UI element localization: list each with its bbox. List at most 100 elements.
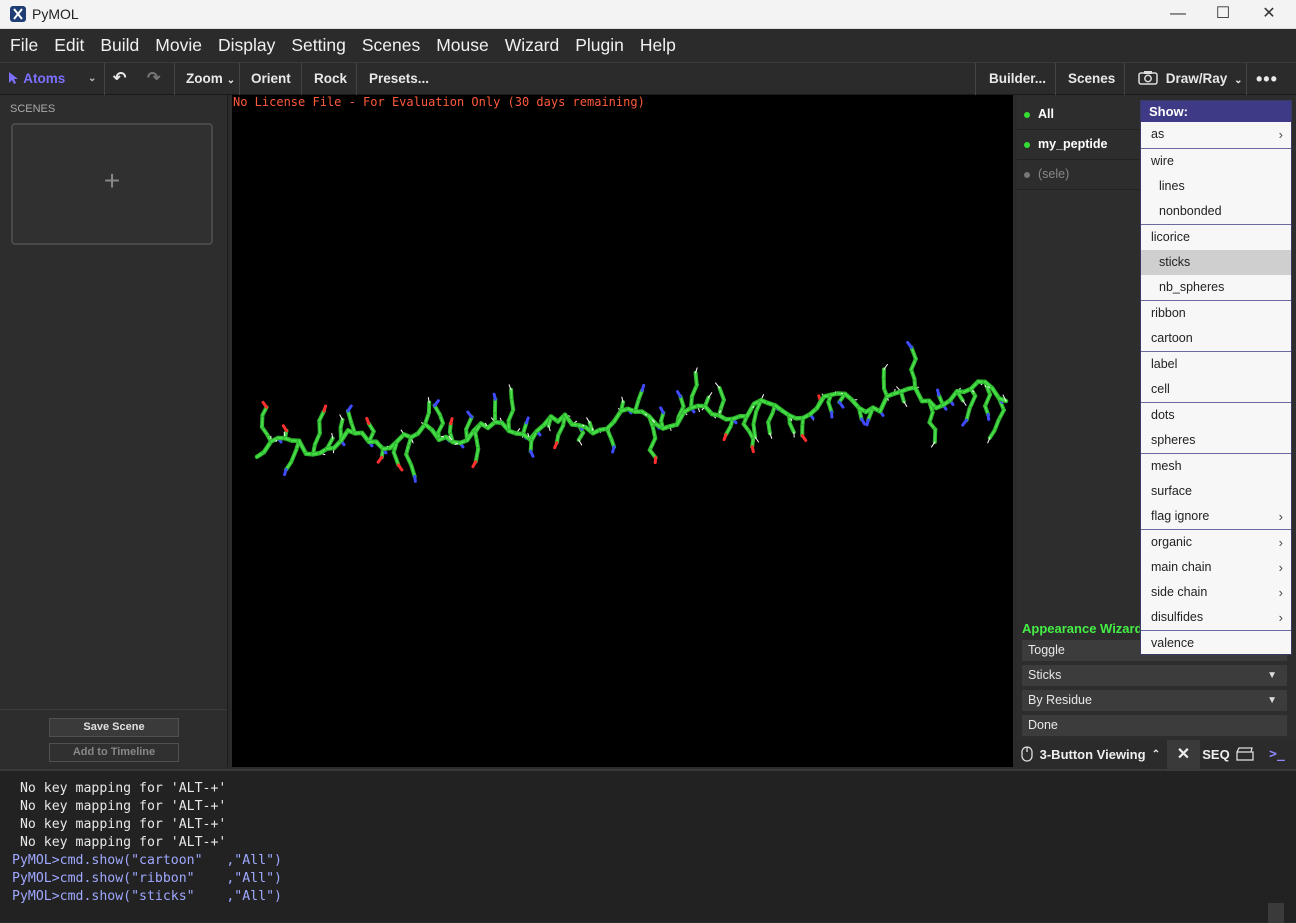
chevron-right-icon: › — [1279, 530, 1283, 555]
visibility-dot-icon — [1024, 172, 1030, 178]
atoms-label: Atoms — [23, 71, 65, 86]
chevron-down-icon[interactable]: ⌄ — [88, 63, 96, 95]
menu-item-spheres[interactable]: spheres — [1141, 428, 1291, 453]
menu-item-ribbon[interactable]: ribbon — [1141, 301, 1291, 326]
minimize-button[interactable]: — — [1155, 2, 1201, 26]
menu-file[interactable]: File — [10, 35, 38, 56]
chevron-right-icon: › — [1279, 605, 1283, 630]
object-row-sele[interactable]: (sele) — [1017, 160, 1140, 190]
plus-icon: + — [13, 165, 211, 197]
atoms-selector[interactable]: Atoms — [8, 63, 65, 95]
title-bar: PyMOL — ☐ ✕ — [0, 0, 1296, 29]
undo-icon[interactable]: ↶ — [113, 63, 126, 95]
add-to-timeline-button[interactable]: Add to Timeline — [49, 743, 179, 762]
menu-build[interactable]: Build — [100, 35, 139, 56]
menu-item-label: flag ignore — [1151, 509, 1209, 523]
console-line: No key mapping for 'ALT-+' — [12, 817, 226, 832]
menu-item-label: as — [1151, 127, 1164, 141]
chevron-right-icon: › — [1279, 504, 1283, 529]
menu-plugin[interactable]: Plugin — [575, 35, 624, 56]
menu-item-side-chain[interactable]: side chain› — [1141, 580, 1291, 605]
console-command-line: PyMOL>cmd.show("sticks" ,"All") — [12, 889, 282, 904]
menu-mouse[interactable]: Mouse — [436, 35, 489, 56]
menu-item-as[interactable]: as › — [1141, 122, 1291, 147]
command-prompt-icon[interactable]: >_ — [1265, 740, 1289, 769]
menu-item-surface[interactable]: surface — [1141, 479, 1291, 504]
done-button[interactable]: Done — [1022, 715, 1287, 736]
peptide-sticks-render — [232, 95, 1013, 767]
menu-item-licorice[interactable]: licorice — [1141, 225, 1291, 250]
zoom-button[interactable]: Zoom⌄ — [186, 63, 235, 95]
object-name: (sele) — [1038, 167, 1069, 181]
close-panel-button[interactable]: ✕ — [1167, 740, 1200, 769]
close-window-button[interactable]: ✕ — [1246, 2, 1292, 26]
menu-item-cartoon[interactable]: cartoon — [1141, 326, 1291, 351]
scenes-panel-label: SCENES — [10, 103, 55, 115]
save-scene-button[interactable]: Save Scene — [49, 718, 179, 737]
menu-item-main-chain[interactable]: main chain› — [1141, 555, 1291, 580]
object-row-all[interactable]: All — [1017, 100, 1140, 130]
console-command-line: PyMOL>cmd.show("cartoon" ,"All") — [12, 853, 282, 868]
menu-movie[interactable]: Movie — [155, 35, 202, 56]
visibility-dot-icon — [1024, 112, 1030, 118]
object-row-my-peptide[interactable]: my_peptide — [1017, 130, 1140, 160]
pointer-icon — [8, 71, 20, 85]
color-mode-dropdown[interactable]: By Residue ▼ — [1022, 690, 1287, 711]
menu-item-cell[interactable]: cell — [1141, 377, 1291, 402]
rock-button[interactable]: Rock — [314, 63, 347, 95]
mouse-mode-label: 3-Button Viewing — [1040, 747, 1146, 762]
console-command-line: PyMOL>cmd.show("ribbon" ,"All") — [12, 871, 282, 886]
representation-dropdown[interactable]: Sticks ▼ — [1022, 665, 1287, 686]
menu-item-wire[interactable]: wire — [1141, 149, 1291, 174]
menu-item-lines[interactable]: lines — [1141, 174, 1291, 199]
presets-button[interactable]: Presets... — [369, 63, 429, 95]
menu-item-nb-spheres[interactable]: nb_spheres — [1141, 275, 1291, 300]
console-line: No key mapping for 'ALT-+' — [12, 799, 226, 814]
builder-button[interactable]: Builder... — [989, 63, 1046, 95]
menu-item-dots[interactable]: dots — [1141, 403, 1291, 428]
visibility-dot-icon — [1024, 142, 1030, 148]
show-menu-header: Show: — [1141, 101, 1291, 122]
menu-item-label: side chain — [1151, 585, 1207, 599]
molecule-viewport[interactable]: No License File - For Evaluation Only (3… — [232, 95, 1013, 767]
orient-button[interactable]: Orient — [251, 63, 291, 95]
show-menu: Show: as› wire lines nonbonded licorice … — [1140, 100, 1292, 655]
menu-setting[interactable]: Setting — [291, 35, 345, 56]
menu-item-organic[interactable]: organic › — [1141, 530, 1291, 555]
menu-item-flag-ignore[interactable]: flag ignore › — [1141, 504, 1291, 529]
menu-item-label: main chain — [1151, 560, 1211, 574]
chevron-down-icon: ⌄ — [1234, 75, 1242, 86]
menu-help[interactable]: Help — [640, 35, 676, 56]
draw-ray-button[interactable]: Draw/Ray ⌄ — [1138, 63, 1242, 95]
menu-item-mesh[interactable]: mesh — [1141, 454, 1291, 479]
chevron-right-icon: › — [1279, 122, 1283, 147]
console-line: No key mapping for 'ALT-+' — [12, 781, 226, 796]
menu-item-valence[interactable]: valence — [1141, 631, 1291, 656]
movie-clapper-icon[interactable] — [1234, 740, 1256, 769]
draw-ray-label: Draw/Ray — [1166, 71, 1228, 86]
object-name: All — [1038, 107, 1054, 121]
chevron-up-icon[interactable]: ⌃ — [1149, 740, 1163, 769]
console-scrollbar[interactable] — [1268, 903, 1284, 923]
menu-wizard[interactable]: Wizard — [505, 35, 559, 56]
menu-bar: File Edit Build Movie Display Setting Sc… — [0, 29, 1296, 62]
menu-item-sticks[interactable]: sticks — [1141, 250, 1291, 275]
seq-button[interactable]: SEQ — [1201, 740, 1231, 769]
menu-item-label: organic — [1151, 535, 1192, 549]
console-line: No key mapping for 'ALT-+' — [12, 835, 226, 850]
mouse-icon — [1021, 746, 1033, 762]
menu-display[interactable]: Display — [218, 35, 275, 56]
maximize-button[interactable]: ☐ — [1200, 2, 1246, 26]
menu-item-nonbonded[interactable]: nonbonded — [1141, 199, 1291, 224]
zoom-label: Zoom — [186, 71, 223, 86]
redo-icon[interactable]: ↷ — [147, 63, 160, 95]
more-options-icon[interactable]: ••• — [1256, 63, 1278, 95]
menu-edit[interactable]: Edit — [54, 35, 84, 56]
add-scene-box[interactable]: + — [11, 123, 213, 245]
command-console[interactable]: No key mapping for 'ALT-+' No key mappin… — [0, 769, 1296, 922]
menu-item-label[interactable]: label — [1141, 352, 1291, 377]
scenes-button[interactable]: Scenes — [1068, 63, 1115, 95]
menu-scenes[interactable]: Scenes — [362, 35, 420, 56]
window-title: PyMOL — [32, 6, 79, 22]
menu-item-disulfides[interactable]: disulfides› — [1141, 605, 1291, 630]
